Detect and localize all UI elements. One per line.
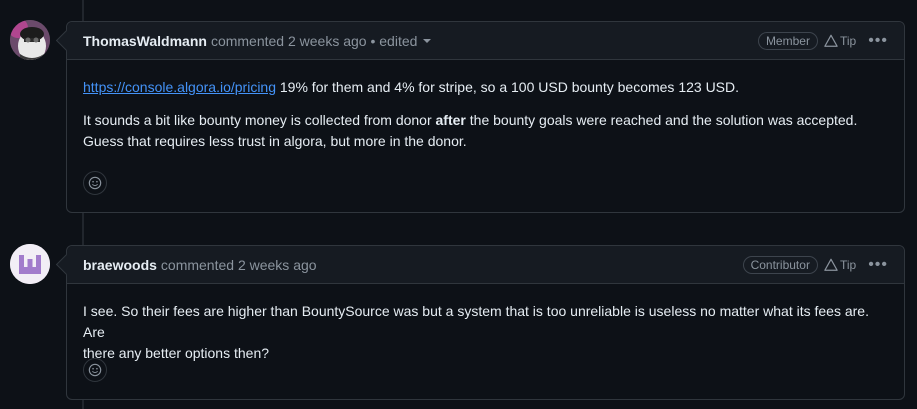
author-name[interactable]: ThomasWaldmann [83, 33, 207, 49]
comment-body: https://console.algora.io/pricing 19% fo… [67, 60, 904, 152]
smiley-icon [88, 363, 102, 377]
text-span: 19% for them and 4% for stripe, so a 100… [276, 79, 740, 95]
avatar-image [10, 244, 50, 284]
tip-label: Tip [839, 33, 857, 48]
avatar[interactable] [10, 244, 50, 284]
comment-meta[interactable]: commented 2 weeks ago • edited [211, 33, 417, 49]
add-reaction-button[interactable] [83, 171, 107, 195]
text-span: there any better options then? [83, 345, 270, 361]
smiley-icon [88, 176, 102, 190]
role-badge: Member [757, 31, 818, 50]
comment-paragraph: It sounds a bit like bounty money is col… [83, 110, 888, 152]
comment-card: braewoods commented 2 weeks ago Contribu… [66, 245, 905, 400]
avatar-image [10, 20, 50, 60]
tip-button[interactable]: Tip [824, 34, 856, 48]
chevron-down-icon[interactable] [423, 38, 432, 43]
comment-body: I see. So their fees are higher than Bou… [67, 284, 904, 364]
alert-triangle-icon [824, 34, 838, 47]
text-span: I see. So their fees are higher than Bou… [83, 303, 869, 340]
comment-header: braewoods commented 2 weeks ago Contribu… [67, 246, 904, 284]
add-reaction-button[interactable] [83, 358, 107, 382]
kebab-horizontal-icon[interactable]: ••• [868, 32, 888, 48]
alert-triangle-icon [824, 258, 838, 271]
text-span: It sounds a bit like bounty money is col… [83, 112, 436, 128]
avatar[interactable] [10, 20, 50, 60]
kebab-horizontal-icon[interactable]: ••• [868, 256, 888, 272]
comment-meta[interactable]: commented 2 weeks ago [161, 257, 317, 273]
comment-paragraph: https://console.algora.io/pricing 19% fo… [83, 77, 888, 98]
bold-text: after [435, 112, 466, 128]
comment-card: ThomasWaldmann commented 2 weeks ago • e… [66, 21, 905, 213]
pricing-link[interactable]: https://console.algora.io/pricing [83, 79, 276, 95]
author-name[interactable]: braewoods [83, 257, 157, 273]
text-span: the bounty goals were reached and the so… [465, 112, 858, 128]
tip-label: Tip [839, 257, 857, 272]
role-badge: Contributor [742, 255, 818, 274]
comment-paragraph: I see. So their fees are higher than Bou… [83, 301, 888, 364]
comment-header: ThomasWaldmann commented 2 weeks ago • e… [67, 22, 904, 60]
text-span: Guess that requires less trust in algora… [83, 133, 467, 149]
tip-button[interactable]: Tip [824, 258, 856, 272]
